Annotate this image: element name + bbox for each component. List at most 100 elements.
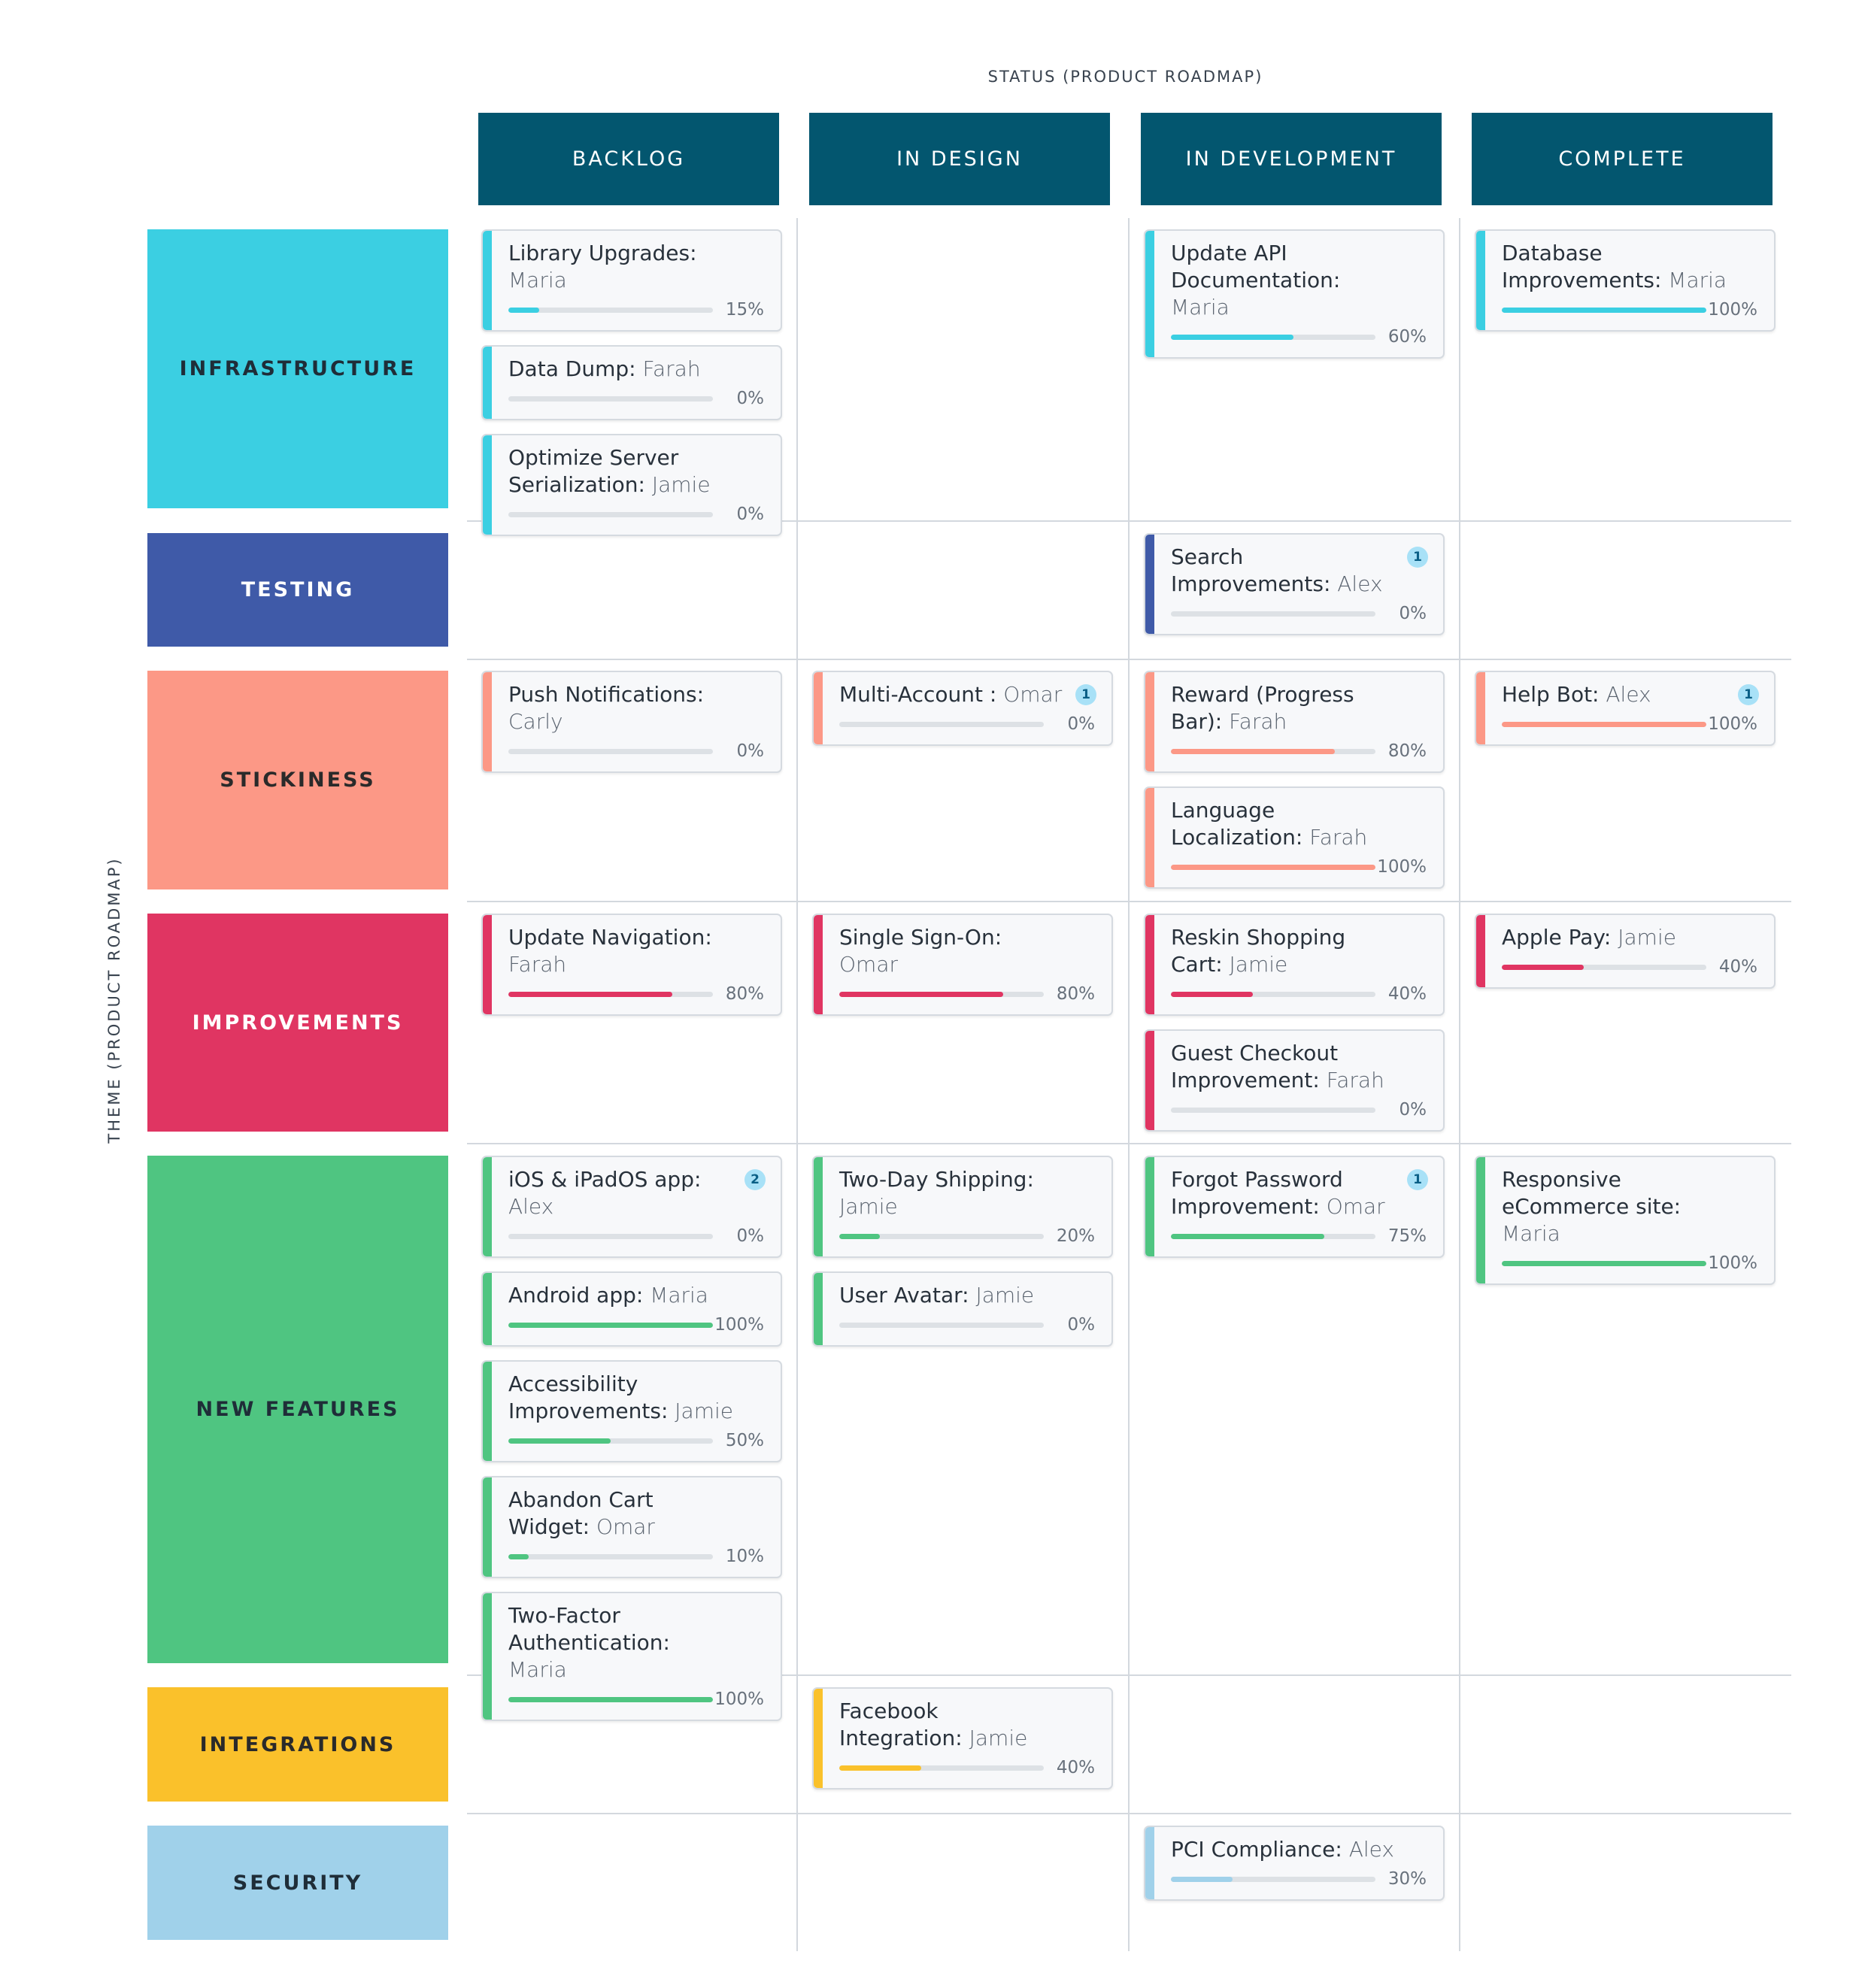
cell-improvements-backlog: Update Navigation: Farah 80% [481,914,782,1016]
progress-bar-fill [1171,1876,1233,1882]
progress-bar [839,1765,1044,1771]
task-card[interactable]: Optimize Server Serialization: Jamie 0% [481,434,782,536]
theme-color-bar [1476,1157,1485,1283]
progress-row: 80% [508,984,764,1004]
row-header-integrations[interactable]: INTEGRATIONS [147,1687,448,1802]
row-header-infrastructure[interactable]: INFRASTRUCTURE [147,229,448,508]
progress-percent: 75% [1387,1226,1427,1246]
progress-row: 100% [508,1315,764,1335]
comment-count-badge[interactable]: 2 [744,1169,766,1190]
theme-color-bar [1145,1157,1154,1256]
task-card[interactable]: Language Localization: Farah 100% [1144,786,1445,889]
comment-count-badge[interactable]: 1 [1407,1169,1428,1190]
progress-bar-fill [508,1438,611,1444]
task-card[interactable]: Facebook Integration: Jamie 40% [812,1687,1113,1790]
task-owner: Farah [508,952,567,977]
task-title: Two-Factor Authentication: Maria [508,1602,764,1683]
task-card[interactable]: Update API Documentation: Maria 60% [1144,229,1445,359]
row-header-stickiness[interactable]: STICKINESS [147,671,448,889]
task-card[interactable]: User Avatar: Jamie 0% [812,1271,1113,1347]
task-owner: Carly [508,709,563,734]
task-title: Optimize Server Serialization: Jamie [508,444,764,499]
task-card[interactable]: iOS & iPadOS app: Alex 2 0% [481,1156,782,1258]
task-owner: Alex [1348,1837,1394,1862]
progress-row: 40% [839,1758,1095,1777]
progress-bar [1171,864,1375,870]
progress-bar [1171,991,1375,997]
task-owner: Farah [1229,709,1287,734]
task-card[interactable]: Two-Factor Authentication: Maria 100% [481,1592,782,1721]
theme-color-bar [483,672,492,771]
task-card[interactable]: Search Improvements: Alex 1 0% [1144,533,1445,635]
column-header-in-development[interactable]: IN DEVELOPMENT [1141,113,1442,205]
comment-count-badge[interactable]: 1 [1075,684,1096,705]
progress-percent: 40% [1387,984,1427,1004]
task-title: Update Navigation: Farah [508,924,764,978]
theme-color-bar [483,231,492,330]
task-card[interactable]: Push Notifications: Carly 0% [481,671,782,773]
progress-bar [1502,307,1706,313]
progress-percent: 80% [1056,984,1095,1004]
task-card[interactable]: Two-Day Shipping: Jamie 20% [812,1156,1113,1258]
task-card[interactable]: Reward (Progress Bar): Farah 80% [1144,671,1445,773]
progress-percent: 50% [725,1431,764,1450]
task-card[interactable]: PCI Compliance: Alex 30% [1144,1826,1445,1901]
column-header-backlog[interactable]: BACKLOG [478,113,779,205]
task-card[interactable]: Multi-Account : Omar 1 0% [812,671,1113,746]
task-title: Guest Checkout Improvement: Farah [1171,1040,1427,1094]
theme-color-bar [1145,231,1154,357]
progress-bar [839,1233,1044,1239]
task-name: Multi-Account : [839,682,1004,707]
column-header-in-design[interactable]: IN DESIGN [809,113,1110,205]
task-name: Update Navigation: [508,925,712,950]
task-title: Data Dump: Farah [508,356,764,383]
comment-count-badge[interactable]: 1 [1738,684,1759,705]
task-card[interactable]: Apple Pay: Jamie 40% [1475,914,1776,989]
row-header-security[interactable]: SECURITY [147,1826,448,1940]
task-card[interactable]: Accessibility Improvements: Jamie 50% [481,1360,782,1462]
task-name: Update API Documentation: [1171,241,1341,292]
comment-count-badge[interactable]: 1 [1407,547,1428,568]
progress-row: 100% [1171,857,1427,877]
progress-percent: 20% [1056,1226,1095,1246]
row-divider [467,1813,1791,1814]
task-card[interactable]: Responsive eCommerce site: Maria 100% [1475,1156,1776,1285]
column-divider [1459,218,1460,1951]
row-header-improvements[interactable]: IMPROVEMENTS [147,914,448,1132]
progress-row: 50% [508,1431,764,1450]
task-card[interactable]: Forgot Password Improvement: Omar 1 75% [1144,1156,1445,1258]
task-card[interactable]: Library Upgrades: Maria 15% [481,229,782,332]
task-card[interactable]: Guest Checkout Improvement: Farah 0% [1144,1029,1445,1132]
task-card[interactable]: Abandon Cart Widget: Omar 10% [481,1476,782,1578]
progress-bar [1171,611,1375,617]
task-name: Search Improvements: [1171,544,1338,596]
progress-row: 80% [1171,741,1427,761]
progress-bar [1171,334,1375,340]
theme-color-bar [814,1273,823,1345]
progress-percent: 0% [1399,1100,1427,1120]
task-card[interactable]: Android app: Maria 100% [481,1271,782,1347]
task-card[interactable]: Single Sign-On: Omar 80% [812,914,1113,1016]
task-card[interactable]: Update Navigation: Farah 80% [481,914,782,1016]
row-header-new-features[interactable]: NEW FEATURES [147,1156,448,1663]
cell-security-in-development: PCI Compliance: Alex 30% [1144,1826,1445,1901]
task-owner: Omar [1326,1194,1385,1219]
progress-row: 100% [1502,300,1757,320]
progress-row: 0% [1171,1100,1427,1120]
task-card[interactable]: Data Dump: Farah 0% [481,345,782,420]
cell-new-features-complete: Responsive eCommerce site: Maria 100% [1475,1156,1776,1285]
theme-color-bar [1145,672,1154,771]
task-card[interactable]: Help Bot: Alex 1 100% [1475,671,1776,746]
task-name: PCI Compliance: [1171,1837,1349,1862]
task-card[interactable]: Database Improvements: Maria 100% [1475,229,1776,332]
task-name: Language Localization: [1171,798,1310,850]
row-header-testing[interactable]: TESTING [147,533,448,647]
cell-improvements-in-development: Reskin Shopping Cart: Jamie 40% Guest Chec… [1144,914,1445,1132]
progress-bar-fill [839,1765,921,1771]
theme-color-bar [483,1477,492,1577]
task-owner: Jamie [1618,925,1676,950]
task-title: Multi-Account : Omar [839,681,1095,708]
task-card[interactable]: Reskin Shopping Cart: Jamie 40% [1144,914,1445,1016]
theme-color-bar [483,915,492,1014]
column-header-complete[interactable]: COMPLETE [1472,113,1773,205]
